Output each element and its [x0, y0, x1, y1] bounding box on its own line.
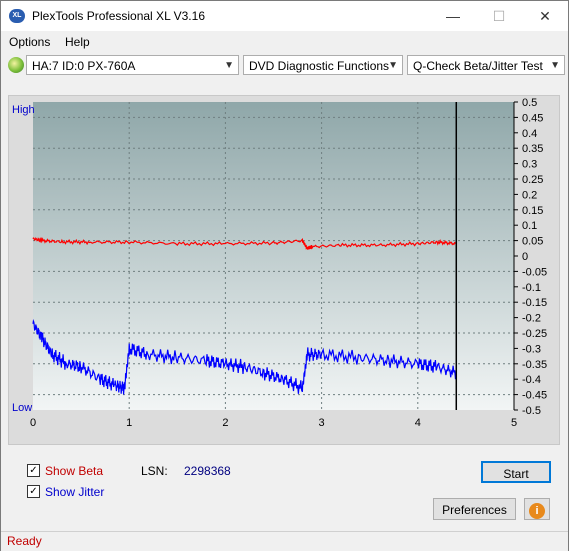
- y-tick-label: 0.5: [522, 97, 537, 109]
- toolbar: HA:7 ID:0 PX-760A ▼ DVD Diagnostic Funct…: [1, 53, 568, 79]
- drive-select-value: HA:7 ID:0 PX-760A: [32, 59, 136, 73]
- info-icon: i: [529, 503, 545, 519]
- function-select[interactable]: DVD Diagnostic Functions ▼: [243, 55, 403, 75]
- y-tick-label: 0.15: [522, 205, 543, 217]
- y-tick-label: -0.35: [522, 359, 547, 371]
- y-tick-label: 0.35: [522, 143, 543, 155]
- y-tick-label: -0.5: [522, 405, 541, 417]
- y-tick-label: 0.4: [522, 128, 537, 140]
- y-tick-label: -0.15: [522, 297, 547, 309]
- y-tick-label: -0.1: [522, 282, 541, 294]
- y-tick-label: -0.05: [522, 266, 547, 278]
- app-icon: XL: [9, 9, 25, 23]
- x-tick-label: 2: [222, 417, 228, 429]
- y-tick-label: -0.4: [522, 374, 541, 386]
- y-tick-label: 0.1: [522, 220, 537, 232]
- disc-drive-icon: [8, 57, 24, 73]
- preferences-button[interactable]: Preferences: [433, 498, 516, 520]
- menu-bar: Options Help: [1, 31, 568, 53]
- window-title: PlexTools Professional XL V3.16: [32, 9, 205, 23]
- y-tick-label: 0.3: [522, 159, 537, 171]
- x-tick-label: 1: [126, 417, 132, 429]
- chart-panel: 0 1 2 3 4 5 0.5 0.45 0.4 0.35 0.3 0.25 0.2 0.15 0.1 0.…: [8, 95, 560, 445]
- maximize-button[interactable]: ☐: [476, 1, 522, 31]
- y-tick-label: 0.25: [522, 174, 543, 186]
- test-select-value: Q-Check Beta/Jitter Test: [413, 59, 543, 73]
- show-jitter-label[interactable]: Show Jitter: [45, 485, 104, 499]
- chevron-down-icon: ▼: [224, 60, 234, 71]
- y-low-label: Low: [12, 402, 32, 414]
- y-tick-label: -0.3: [522, 343, 541, 355]
- y-high-label: High: [12, 104, 35, 116]
- show-jitter-checkbox[interactable]: ✓: [27, 485, 40, 498]
- function-select-value: DVD Diagnostic Functions: [249, 59, 390, 73]
- y-tick-label: 0.45: [522, 112, 543, 124]
- status-text: Ready: [7, 534, 42, 548]
- start-button[interactable]: Start: [481, 461, 551, 483]
- info-button[interactable]: i: [524, 498, 550, 520]
- y-tick-label: -0.2: [522, 313, 541, 325]
- menu-options[interactable]: Options: [9, 35, 50, 49]
- app-window: XL PlexTools Professional XL V3.16 — ☐ ✕…: [0, 0, 569, 551]
- show-beta-checkbox[interactable]: ✓: [27, 464, 40, 477]
- x-tick-label: 5: [511, 417, 517, 429]
- menu-help[interactable]: Help: [65, 35, 90, 49]
- drive-select[interactable]: HA:7 ID:0 PX-760A ▼: [26, 55, 239, 75]
- close-button[interactable]: ✕: [522, 1, 568, 31]
- status-bar: Ready: [1, 531, 568, 551]
- beta-jitter-chart: 0 1 2 3 4 5 0.5 0.45 0.4 0.35 0.3 0.25 0.2 0.15 0.1 0.…: [12, 97, 547, 429]
- x-tick-label: 3: [319, 417, 325, 429]
- x-tick-label: 0: [30, 417, 36, 429]
- x-tick-label: 4: [415, 417, 421, 429]
- title-bar: XL PlexTools Professional XL V3.16 — ☐ ✕: [1, 1, 568, 31]
- controls-panel: ✓ Show Beta ✓ Show Jitter LSN: 2298368 S…: [8, 454, 558, 526]
- y-tick-label: 0.05: [522, 236, 543, 248]
- y-tick-label: 0.2: [522, 189, 537, 201]
- lsn-label: LSN:: [141, 464, 168, 478]
- chevron-down-icon: ▼: [550, 60, 560, 71]
- show-beta-label[interactable]: Show Beta: [45, 464, 103, 478]
- minimize-button[interactable]: —: [430, 1, 476, 31]
- lsn-value: 2298368: [184, 464, 231, 478]
- y-tick-label: -0.25: [522, 328, 547, 340]
- test-select[interactable]: Q-Check Beta/Jitter Test ▼: [407, 55, 565, 75]
- chevron-down-icon: ▼: [388, 60, 398, 71]
- y-tick-label: -0.45: [522, 390, 547, 402]
- y-tick-label: 0: [522, 251, 528, 263]
